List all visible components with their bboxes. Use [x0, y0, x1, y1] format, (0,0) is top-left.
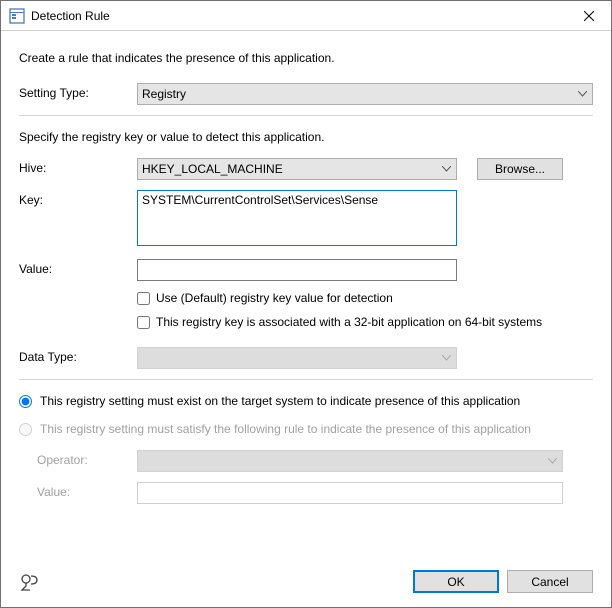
radio-satisfy-rule: [19, 423, 32, 436]
setting-type-select[interactable]: Registry: [137, 83, 593, 105]
use-default-label: Use (Default) registry key value for det…: [156, 291, 393, 305]
radio-must-exist[interactable]: [19, 395, 32, 408]
app-icon: [9, 8, 25, 24]
data-type-label: Data Type:: [19, 347, 137, 364]
close-button[interactable]: [566, 1, 611, 30]
rule-value-input: [137, 482, 563, 504]
operator-label: Operator:: [37, 450, 137, 467]
setting-type-label: Setting Type:: [19, 83, 137, 100]
window-title: Detection Rule: [31, 9, 110, 23]
operator-select: [137, 450, 563, 472]
value-label: Value:: [19, 259, 137, 276]
browse-button[interactable]: Browse...: [477, 158, 563, 180]
hive-label: Hive:: [19, 158, 137, 175]
titlebar: Detection Rule: [1, 1, 611, 31]
instruction-text: Create a rule that indicates the presenc…: [19, 51, 593, 65]
separator: [19, 115, 593, 116]
radio-must-exist-label: This registry setting must exist on the …: [40, 394, 520, 408]
ok-button[interactable]: OK: [413, 570, 499, 593]
key-input[interactable]: SYSTEM\CurrentControlSet\Services\Sense: [137, 190, 457, 246]
32bit-label: This registry key is associated with a 3…: [156, 315, 542, 329]
hive-select[interactable]: HKEY_LOCAL_MACHINE: [137, 158, 457, 180]
cancel-button[interactable]: Cancel: [507, 570, 593, 593]
radio-satisfy-rule-label: This registry setting must satisfy the f…: [40, 422, 531, 436]
rule-value-label: Value:: [37, 482, 137, 499]
use-default-checkbox[interactable]: [137, 292, 150, 305]
key-label: Key:: [19, 190, 137, 207]
sub-instruction-text: Specify the registry key or value to det…: [19, 130, 593, 144]
data-type-select: [137, 347, 457, 369]
feedback-icon[interactable]: [19, 572, 39, 592]
close-icon: [584, 11, 594, 21]
32bit-checkbox[interactable]: [137, 316, 150, 329]
separator: [19, 379, 593, 380]
value-input[interactable]: [137, 259, 457, 281]
